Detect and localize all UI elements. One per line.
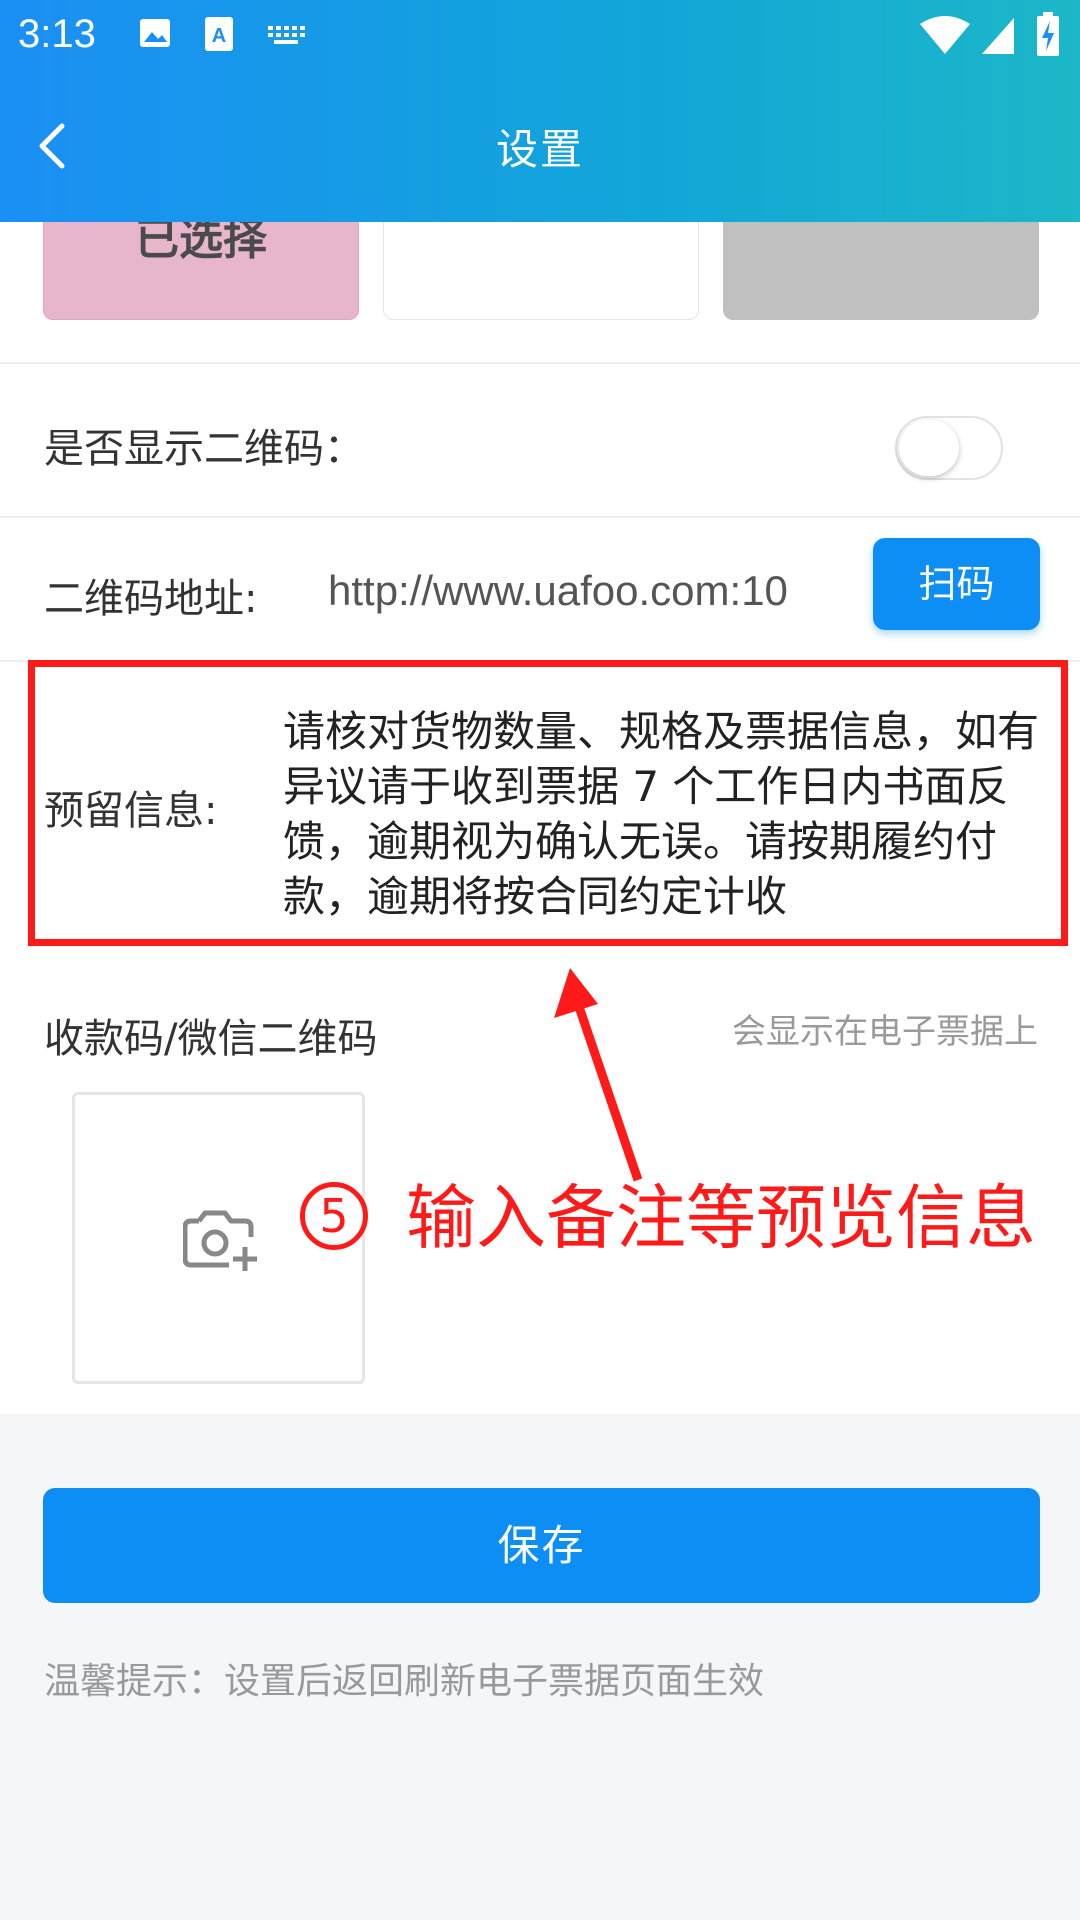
tip-text: 温馨提示：设置后返回刷新电子票据页面生效 — [44, 1661, 765, 1702]
status-bar: 3:13 A — [0, 0, 1080, 72]
style-tile-gray[interactable] — [723, 222, 1039, 320]
app-header: 3:13 A 设置 — [0, 0, 1080, 222]
qr-display-toggle[interactable] — [895, 416, 1003, 480]
page-title: 设置 — [495, 125, 584, 174]
qr-url-row: 二维码地址: 扫码 — [0, 516, 1080, 658]
style-tile-white[interactable] — [383, 222, 699, 320]
toggle-knob — [899, 420, 959, 476]
scan-button[interactable]: 扫码 — [873, 538, 1040, 630]
status-time: 3:13 — [18, 12, 96, 56]
battery-icon — [1037, 12, 1059, 56]
annotation-text: 输入备注等预览信息 — [406, 1177, 1036, 1259]
svg-text:A: A — [212, 25, 226, 47]
qr-url-label: 二维码地址: — [44, 576, 258, 622]
payment-code-label: 收款码/微信二维码 — [44, 1016, 378, 1062]
annotation-highlight-box — [28, 660, 1068, 946]
qr-url-input[interactable] — [328, 562, 846, 620]
tile-selected-label: 已选择 — [135, 222, 267, 265]
save-button[interactable]: 保存 — [43, 1488, 1040, 1603]
qr-display-label: 是否显示二维码： — [44, 426, 364, 472]
annotation-arrow — [554, 968, 643, 1182]
style-tiles: 已选择 — [0, 222, 1080, 362]
settings-content: 已选择 是否显示二维码： 二维码地址: 扫码 预留信息: 请核对货物数量、规格及… — [0, 222, 1080, 1414]
annotation-number: 5 — [300, 1182, 368, 1250]
keyboard-icon — [268, 26, 305, 44]
annotation-label: 5 输入备注等预览信息 — [300, 1162, 1036, 1263]
text-icon: A — [205, 17, 233, 51]
signal-icon — [982, 18, 1014, 54]
qr-display-row: 是否显示二维码： — [0, 362, 1080, 514]
image-icon — [140, 19, 170, 47]
add-photo-icon — [183, 1210, 257, 1271]
style-tile-selected[interactable]: 已选择 — [43, 222, 359, 320]
payment-code-hint: 会显示在电子票据上 — [732, 1012, 1038, 1052]
wifi-icon — [920, 16, 970, 54]
